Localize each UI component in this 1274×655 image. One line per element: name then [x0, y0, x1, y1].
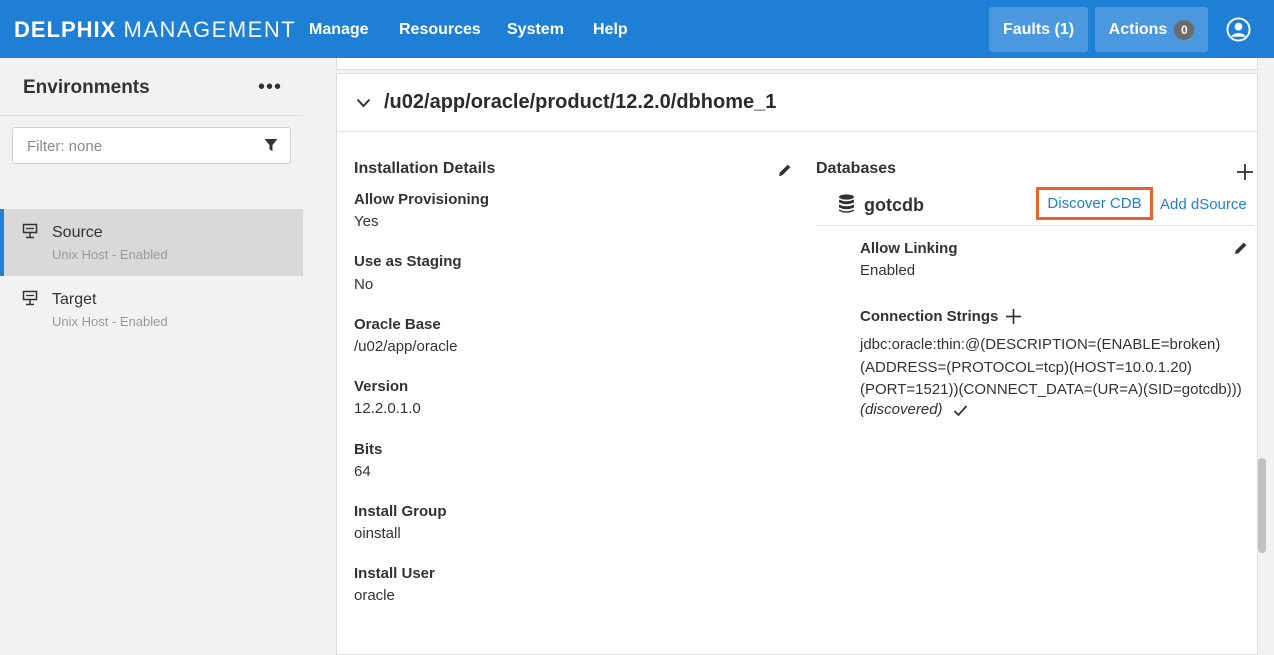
environment-item-source[interactable]: Source Unix Host - Enabled — [0, 209, 303, 276]
filter-icon[interactable] — [264, 138, 278, 152]
database-name[interactable]: gotcdb — [864, 195, 924, 216]
discovered-label: (discovered) — [860, 401, 943, 418]
databases-title: Databases — [816, 160, 897, 177]
filter-input[interactable]: Filter: none — [12, 127, 291, 164]
nav-resources[interactable]: Resources — [399, 21, 481, 39]
actions-count-badge: 0 — [1174, 19, 1195, 40]
field-label: Install Group — [354, 503, 447, 520]
connection-string-line: (PORT=1521))(CONNECT_DATA=(UR=A)(SID=got… — [860, 381, 1242, 398]
environment-item-target[interactable]: Target Unix Host - Enabled — [0, 276, 303, 343]
field-label: Use as Staging — [354, 253, 462, 270]
connection-string: jdbc:oracle:thin:@(DESCRIPTION=(ENABLE=b… — [860, 334, 1250, 402]
installation-path-title: /u02/app/oracle/product/12.2.0/dbhome_1 — [384, 91, 777, 113]
actions-label: Actions — [1108, 20, 1168, 38]
field-value: /u02/app/oracle — [354, 338, 458, 355]
host-icon — [22, 290, 38, 306]
host-icon — [22, 223, 38, 239]
field-label: Bits — [354, 441, 383, 458]
field-label: Allow Provisioning — [354, 191, 490, 208]
sidebar-title: Environments — [23, 77, 150, 98]
brand-light: MANAGEMENT — [123, 17, 297, 42]
nav-system[interactable]: System — [507, 21, 564, 39]
environment-status: Unix Host - Enabled — [52, 314, 168, 329]
filter-placeholder: Filter: none — [27, 138, 103, 155]
vertical-scrollbar[interactable] — [1258, 458, 1266, 553]
chevron-down-icon[interactable] — [356, 98, 371, 108]
discover-cdb-button[interactable]: Discover CDB — [1036, 187, 1153, 220]
checkmark-icon — [953, 405, 968, 417]
environment-name: Target — [52, 291, 97, 308]
user-account-icon[interactable] — [1226, 17, 1251, 42]
add-database-icon[interactable] — [1236, 163, 1254, 181]
nav-help[interactable]: Help — [593, 21, 628, 39]
sidebar-divider — [0, 115, 303, 116]
edit-linking-icon[interactable] — [1234, 241, 1248, 255]
connection-string-line: (ADDRESS=(PROTOCOL=tcp)(HOST=10.0.1.20) — [860, 358, 1192, 376]
faults-button[interactable]: Faults (1) — [989, 7, 1088, 52]
environment-name: Source — [52, 224, 103, 241]
more-options-icon[interactable]: ••• — [258, 77, 282, 97]
allow-linking-label: Allow Linking — [860, 240, 958, 257]
field-value: Yes — [354, 213, 379, 230]
brand-bold: DELPHIX — [14, 17, 117, 42]
add-dsource-link[interactable]: Add dSource — [1160, 196, 1247, 213]
add-connection-string-icon[interactable] — [1005, 308, 1022, 325]
installation-card-header[interactable]: /u02/app/oracle/product/12.2.0/dbhome_1 — [337, 74, 1257, 132]
top-navigation-bar: DELPHIX MANAGEMENT Manage Resources Syst… — [0, 0, 1274, 58]
allow-linking-value: Enabled — [860, 262, 916, 279]
previous-card-edge — [336, 58, 1258, 70]
field-label: Install User — [354, 565, 435, 582]
brand-logo[interactable]: DELPHIX MANAGEMENT — [14, 17, 296, 43]
environment-status: Unix Host - Enabled — [52, 247, 168, 262]
field-value: 12.2.0.1.0 — [354, 400, 421, 417]
field-value: oinstall — [354, 525, 401, 542]
database-divider — [816, 225, 1254, 226]
field-label: Version — [354, 378, 409, 395]
connection-string-line: jdbc:oracle:thin:@(DESCRIPTION=(ENABLE=b… — [860, 336, 1221, 353]
field-value: oracle — [354, 587, 395, 604]
field-label: Oracle Base — [354, 316, 441, 333]
faults-label: Faults (1) — [1002, 20, 1075, 38]
field-value: No — [354, 276, 374, 293]
field-value: 64 — [354, 463, 371, 480]
environments-sidebar: Environments ••• Filter: none Source Uni… — [0, 58, 303, 655]
database-icon — [839, 194, 854, 213]
nav-manage[interactable]: Manage — [309, 21, 369, 39]
connection-strings-label: Connection Strings — [860, 308, 999, 325]
actions-button[interactable]: Actions 0 — [1095, 7, 1208, 52]
installation-details-title: Installation Details — [354, 160, 496, 177]
edit-installation-icon[interactable] — [778, 163, 792, 177]
discover-cdb-label: Discover CDB — [1047, 195, 1142, 212]
